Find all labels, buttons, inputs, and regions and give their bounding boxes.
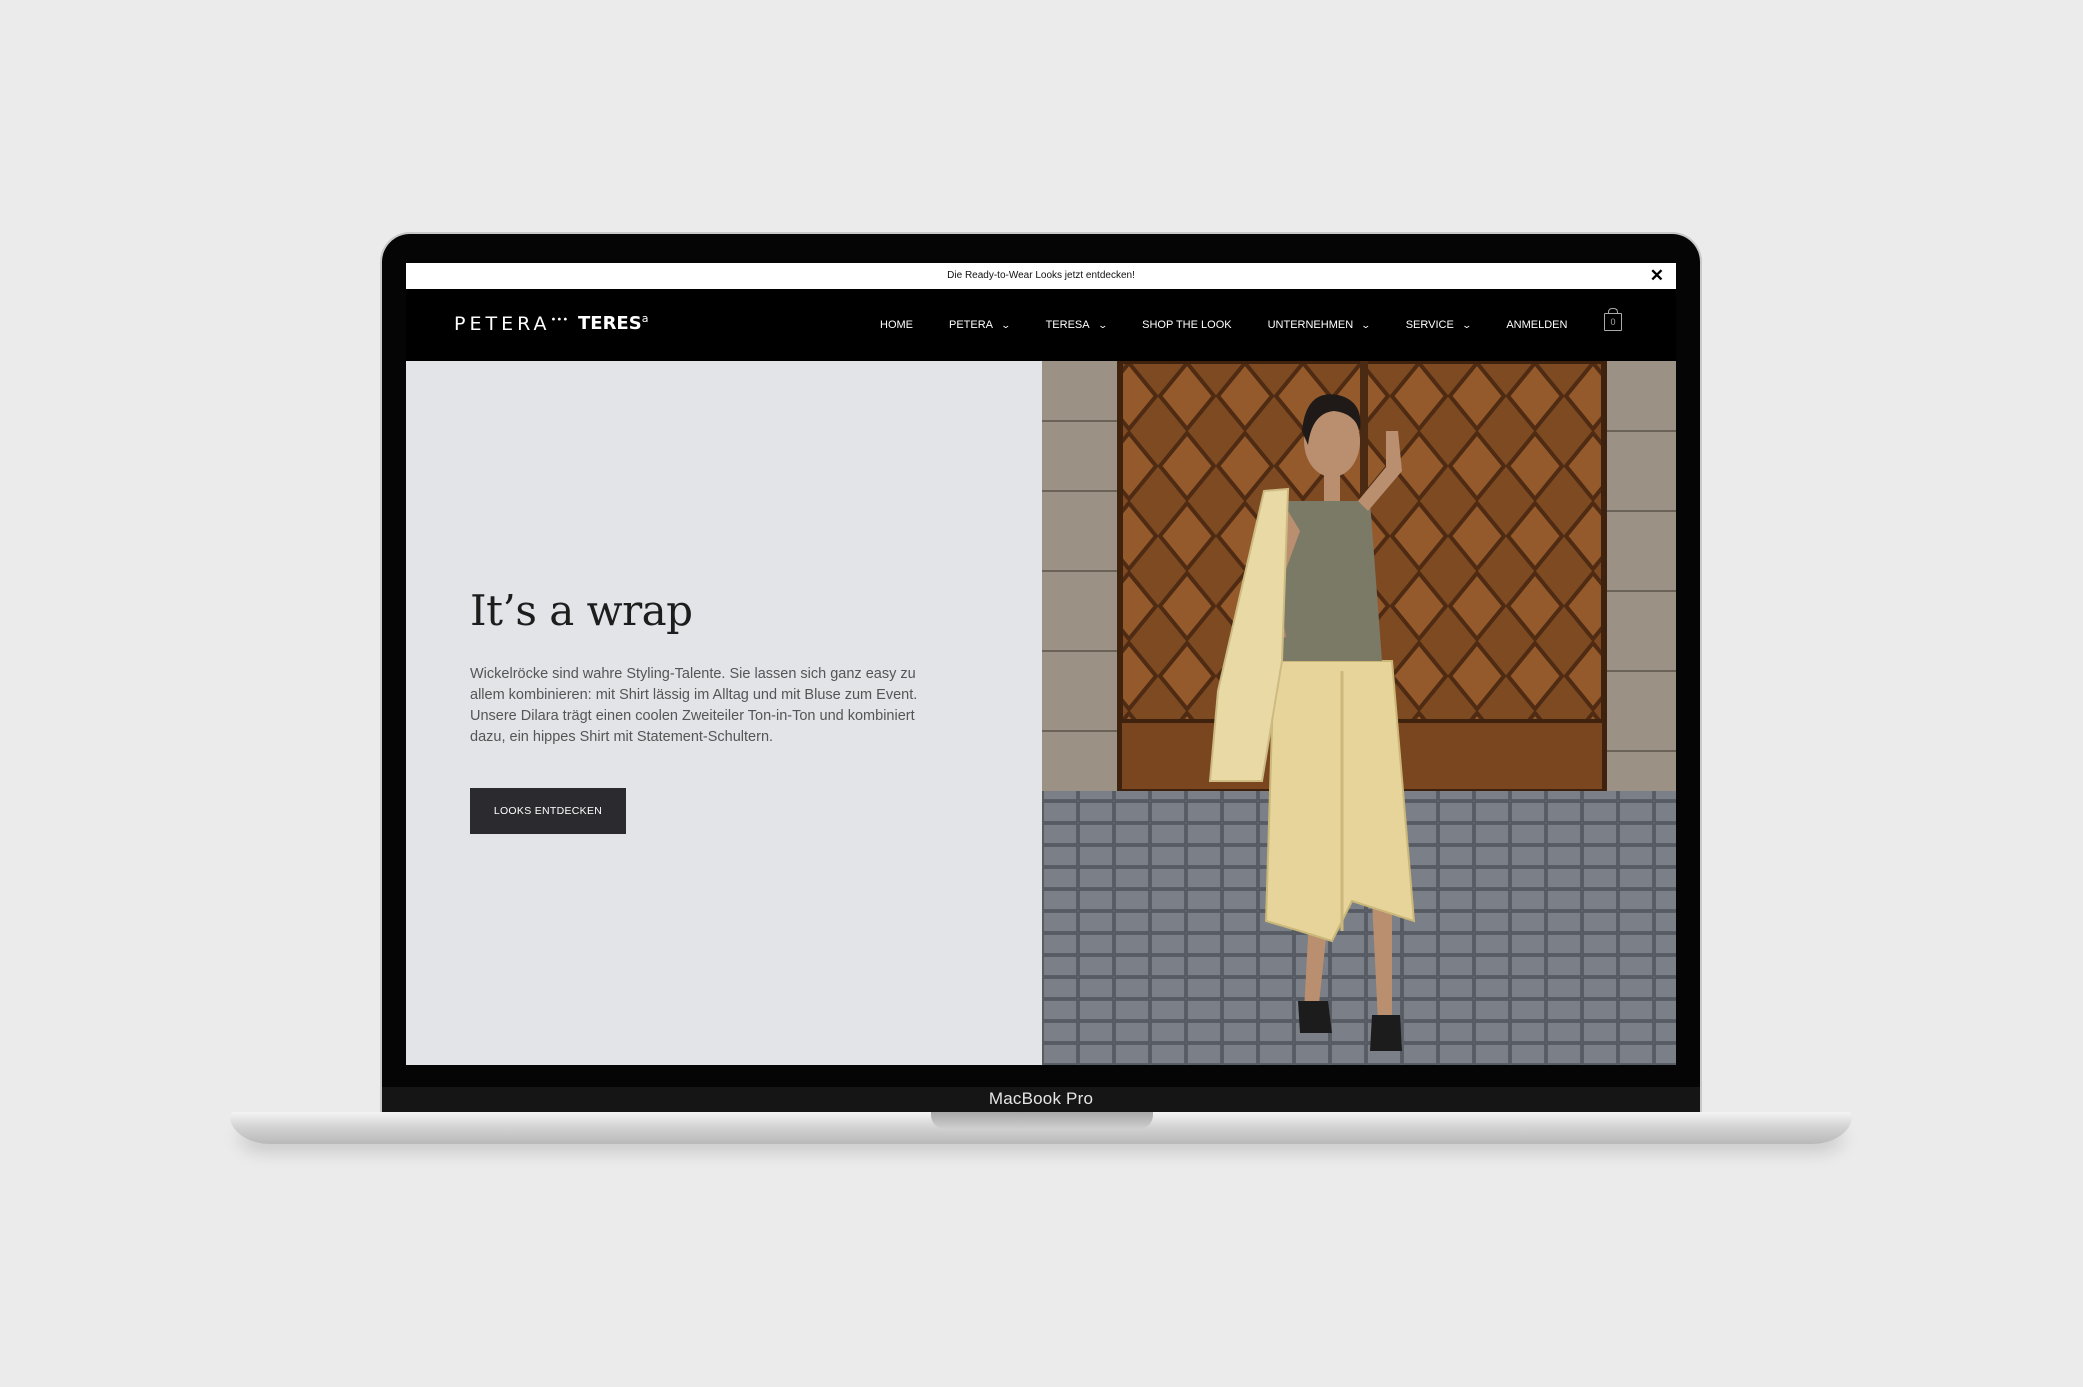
laptop-notch — [931, 1112, 1153, 1129]
shopping-bag-icon[interactable]: 0 — [1604, 308, 1622, 331]
chevron-down-icon: ⌄ — [1360, 319, 1372, 330]
hero-photo-illustration — [1042, 361, 1676, 1065]
nav-item-label: SERVICE — [1405, 319, 1454, 331]
looks-entdecken-button[interactable]: LOOKS ENTDECKEN — [470, 788, 626, 834]
nav-menu: HOME PETERA ⌄ TERESA ⌄ SHOP THE LOOK UNT… — [880, 289, 1603, 361]
nav-item-label: SHOP THE LOOK — [1142, 319, 1232, 331]
hero-image — [1042, 361, 1676, 1065]
petera-logo-dots: ••• — [550, 314, 569, 326]
nav-item-petera[interactable]: PETERA ⌄ — [949, 319, 1012, 331]
close-icon[interactable]: ✕ — [1650, 263, 1664, 289]
main-navigation: PETERA••• TERESa HOME PETERA ⌄ TERESA ⌄ … — [406, 289, 1676, 361]
hero-title: It’s a wrap — [470, 586, 693, 635]
teresa-logo-text: TERES — [578, 313, 642, 334]
nav-item-unternehmen[interactable]: UNTERNEHMEN ⌄ — [1267, 319, 1372, 331]
petera-logo-text: PETERA — [454, 313, 551, 335]
nav-item-teresa[interactable]: TERESA ⌄ — [1045, 319, 1108, 331]
nav-item-service[interactable]: SERVICE ⌄ — [1405, 319, 1472, 331]
hero-description: Wickelröcke sind wahre Styling-Talente. … — [470, 666, 918, 745]
device-label: MacBook Pro — [988, 1089, 1094, 1108]
chevron-down-icon: ⌄ — [1097, 319, 1108, 330]
nav-item-anmelden[interactable]: ANMELDEN — [1506, 319, 1567, 331]
nav-item-label: HOME — [880, 319, 913, 331]
announcement-bar: Die Ready-to-Wear Looks jetzt entdecken!… — [406, 263, 1676, 289]
cart-count: 0 — [1610, 317, 1616, 327]
nav-item-shop-the-look[interactable]: SHOP THE LOOK — [1142, 319, 1231, 331]
announcement-text[interactable]: Die Ready-to-Wear Looks jetzt entdecken! — [947, 270, 1135, 281]
teresa-logo[interactable]: TERESa — [578, 312, 648, 334]
teresa-logo-sup: a — [641, 312, 649, 325]
nav-item-label: TERESA — [1045, 319, 1090, 331]
nav-item-label: UNTERNEHMEN — [1267, 319, 1354, 331]
website-screen: Die Ready-to-Wear Looks jetzt entdecken!… — [406, 263, 1676, 1065]
petera-logo[interactable]: PETERA••• — [454, 313, 568, 335]
chevron-down-icon: ⌄ — [1461, 319, 1472, 330]
nav-item-label: PETERA — [949, 319, 994, 331]
nav-item-home[interactable]: HOME — [880, 319, 913, 331]
hero-text-panel: It’s a wrap Wickelröcke sind wahre Styli… — [406, 361, 1042, 1065]
laptop-chin: MacBook Pro — [382, 1087, 1700, 1113]
nav-item-label: ANMELDEN — [1506, 319, 1568, 331]
chevron-down-icon: ⌄ — [1000, 319, 1012, 330]
